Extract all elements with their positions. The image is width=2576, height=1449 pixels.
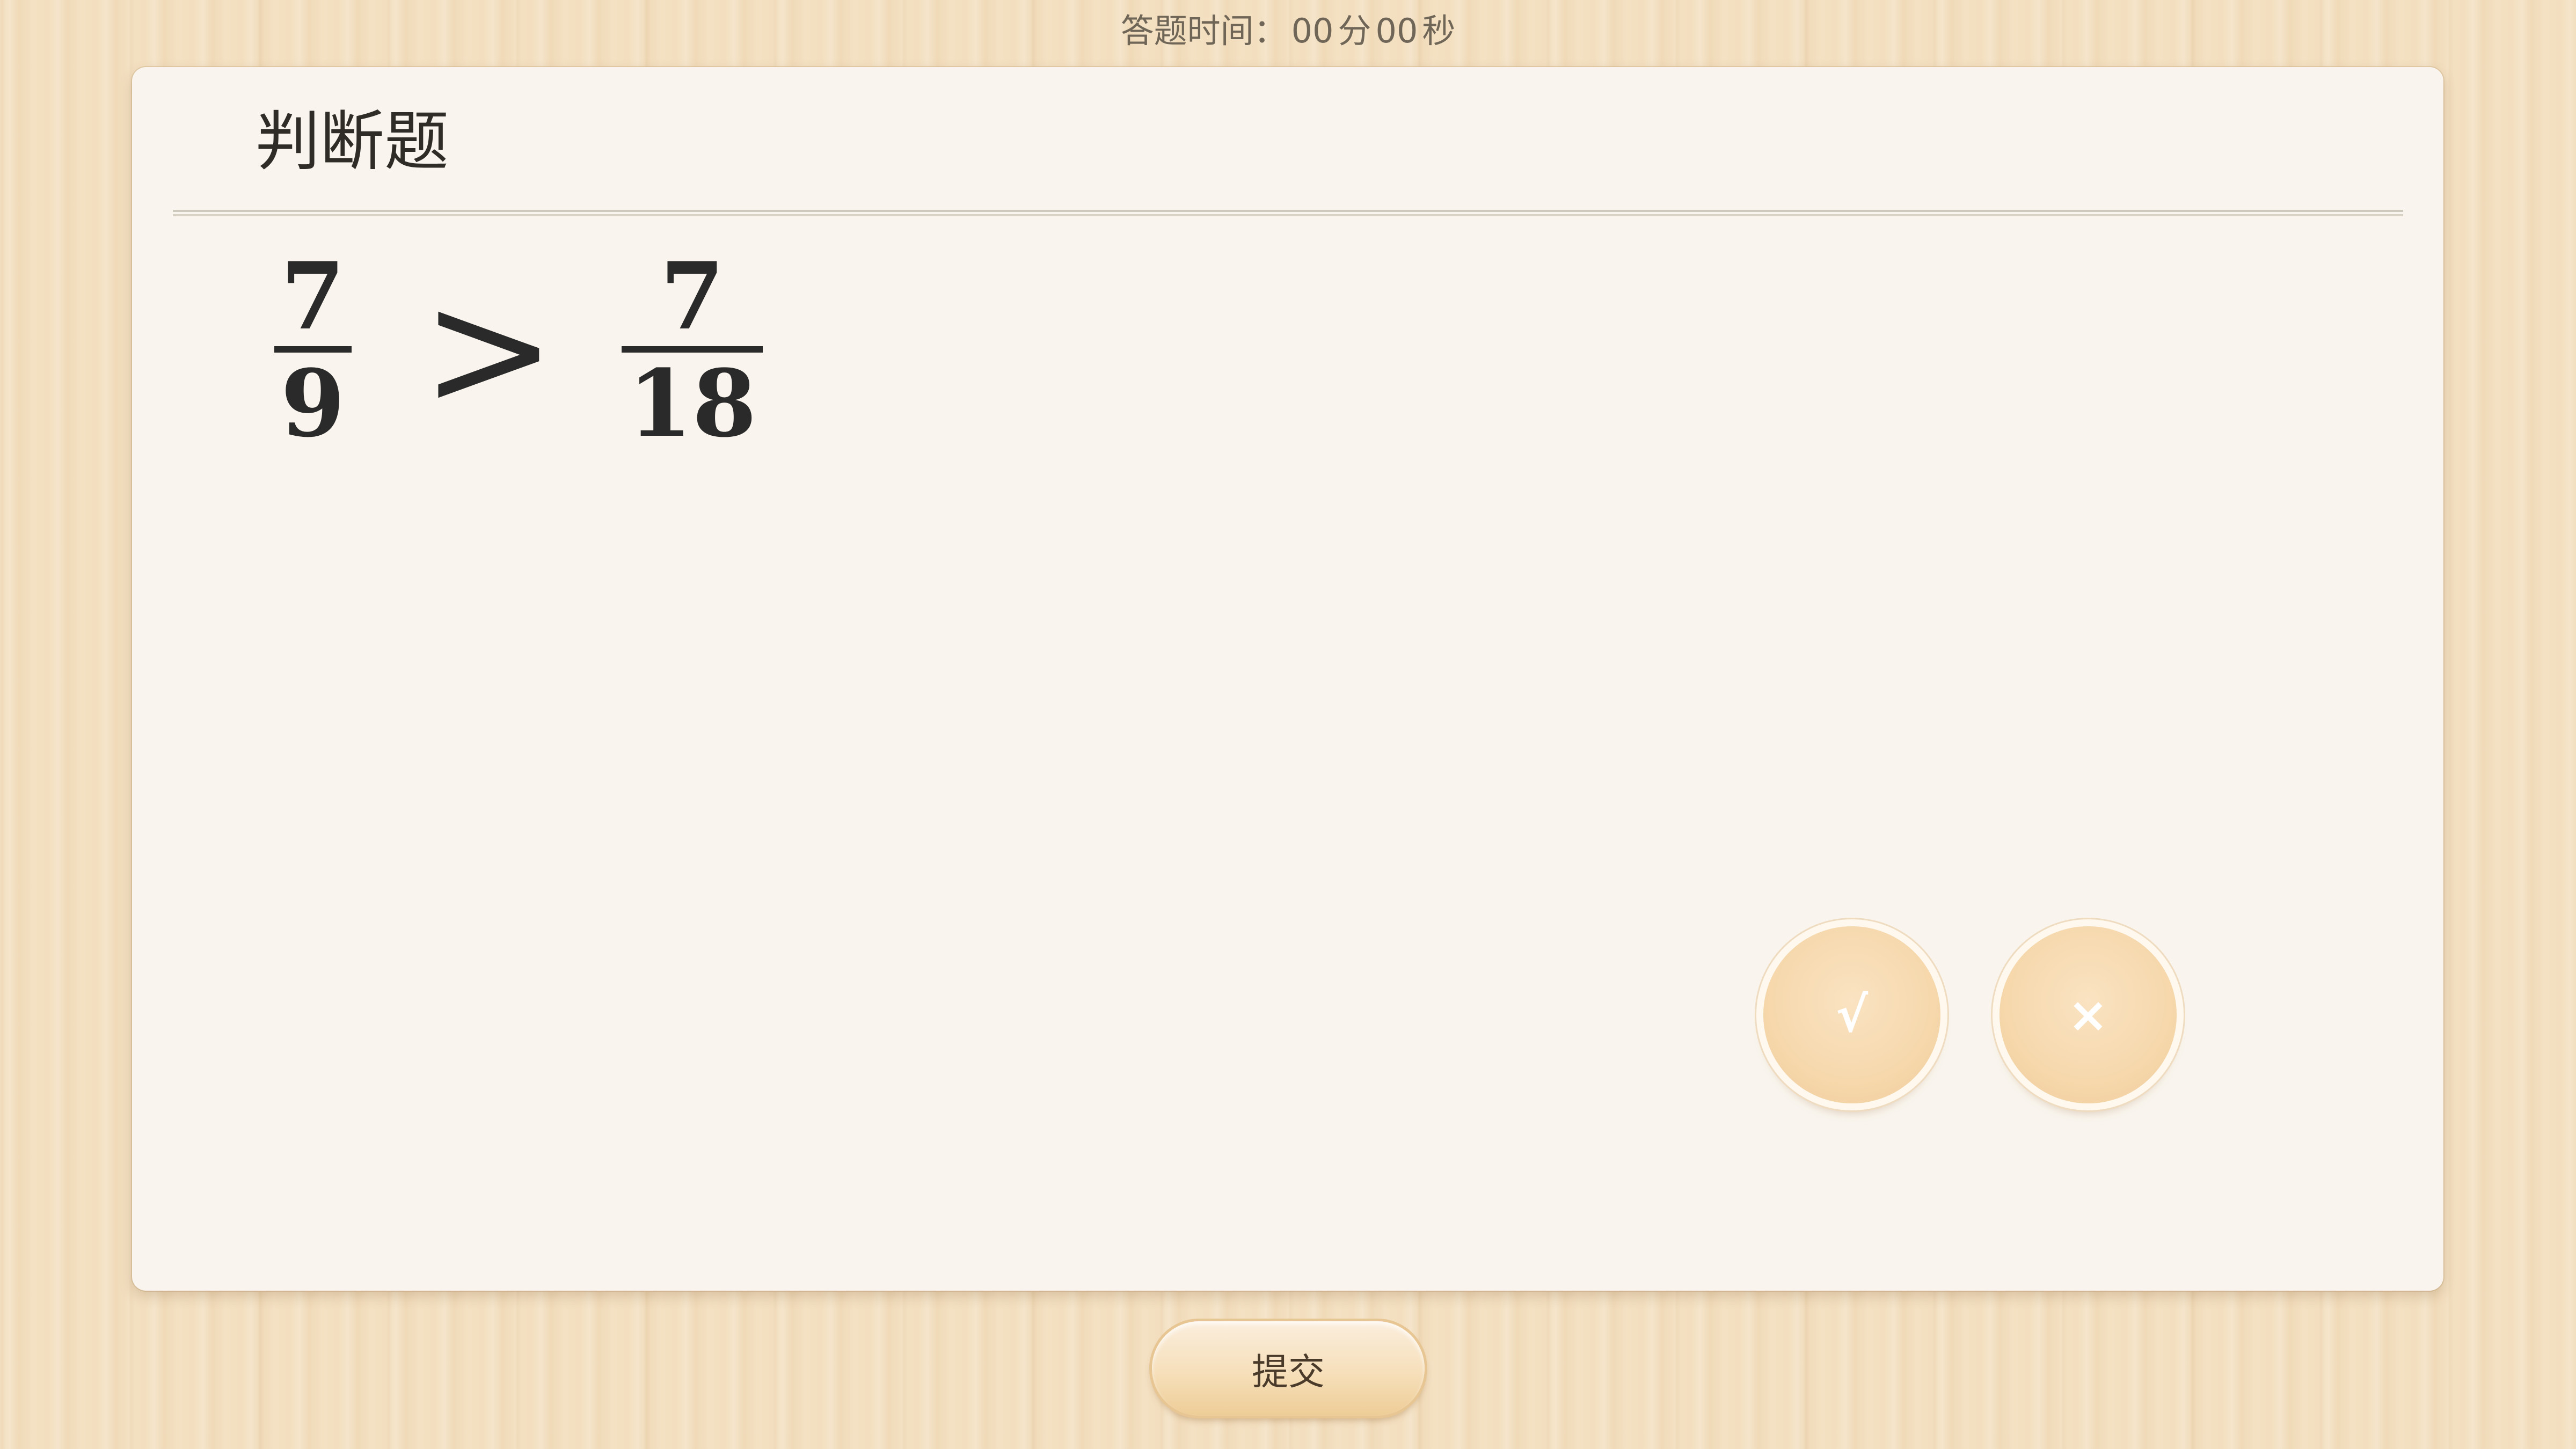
check-icon: √	[1835, 986, 1869, 1043]
cross-icon: ×	[2068, 986, 2108, 1043]
left-fraction: 7 9	[274, 248, 352, 451]
true-answer-button[interactable]: √	[1763, 926, 1940, 1103]
submit-label: 提交	[1251, 1351, 1325, 1394]
timer-seconds-unit: 秒	[1422, 11, 1456, 50]
comparison-operator: >	[421, 256, 557, 443]
submit-button[interactable]: 提交	[1152, 1321, 1425, 1416]
right-denominator: 18	[628, 349, 757, 458]
title-divider	[173, 210, 2403, 216]
timer-seconds: 00	[1375, 11, 1418, 50]
timer-minutes: 00	[1291, 11, 1334, 50]
question-card: 判断题 7 9 > 7 18	[132, 67, 2443, 1291]
timer-label: 答题时间：	[1120, 11, 1287, 50]
question-type-title: 判断题	[256, 105, 449, 179]
left-numerator: 7	[281, 241, 345, 350]
false-answer-button[interactable]: ×	[1999, 926, 2177, 1103]
math-expression: 7 9 > 7 18	[274, 235, 763, 465]
right-numerator: 7	[660, 241, 725, 350]
timer-minutes-unit: 分	[1338, 11, 1371, 50]
right-fraction: 7 18	[622, 248, 763, 451]
left-denominator: 9	[281, 349, 345, 458]
answer-timer: 答题时间： 00 分 00 秒	[0, 10, 2576, 53]
